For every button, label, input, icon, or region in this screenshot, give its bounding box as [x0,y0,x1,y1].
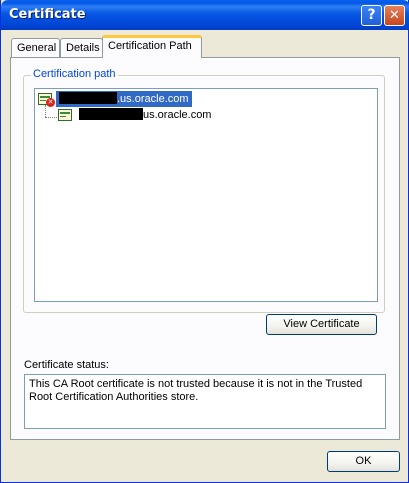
ok-button-label: OK [355,455,372,467]
window-title: Certificate [9,7,86,22]
help-button[interactable]: ? [361,5,382,26]
tree-item-child-label: us.oracle.com [143,109,212,121]
redacted-hostname [79,108,143,121]
certification-path-panel: Certification path ✕ .us.oracle.com us.o… [10,57,400,440]
tree-item-root-label: .us.oracle.com [117,93,189,105]
ok-button[interactable]: OK [327,451,400,472]
certificate-status-box[interactable]: This CA Root certificate is not trusted … [24,374,386,429]
help-icon: ? [367,7,376,23]
tab-details-label: Details [66,42,100,54]
view-certificate-button-label: View Certificate [283,318,360,330]
certificate-status-text: This CA Root certificate is not trusted … [29,378,363,403]
tab-details[interactable]: Details [60,38,103,58]
tab-general[interactable]: General [11,38,60,58]
certificate-untrusted-icon: ✕ [38,93,55,107]
tab-certification-path-label: Certification Path [108,40,192,52]
tab-certification-path[interactable]: Certification Path [102,35,202,58]
certificate-status-label: Certificate status: [24,359,109,371]
redacted-hostname [59,92,117,105]
close-button[interactable]: ✕ [384,5,405,26]
certificate-dialog: Certificate ? ✕ General Details Certific… [0,0,409,483]
tree-connector-horizontal [45,117,57,118]
certification-path-group-label: Certification path [31,68,118,80]
certificate-icon [58,109,72,121]
close-icon: ✕ [389,8,400,23]
tree-item-root[interactable]: ✕ .us.oracle.com [38,91,192,107]
certification-path-tree[interactable]: ✕ .us.oracle.com us.oracle.com [34,88,378,302]
certification-path-group: Certification path ✕ .us.oracle.com us.o… [23,68,385,313]
tree-item-child[interactable]: us.oracle.com [58,107,214,123]
tab-general-label: General [17,42,57,54]
title-bar[interactable]: Certificate ? ✕ [1,0,409,30]
view-certificate-button[interactable]: View Certificate [266,314,377,335]
